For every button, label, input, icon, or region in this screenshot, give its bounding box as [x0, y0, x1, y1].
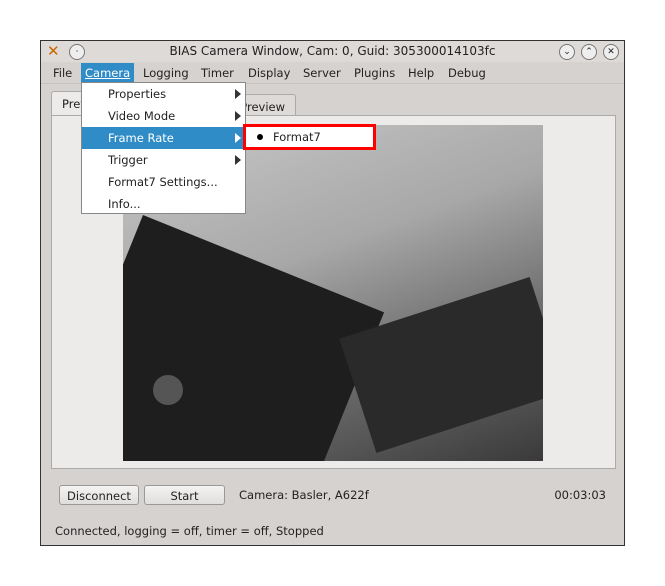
menu-item-video-mode[interactable]: Video Mode: [82, 105, 245, 127]
camera-menu: Properties Video Mode Frame Rate Trigger…: [81, 82, 246, 214]
menu-logging[interactable]: Logging: [139, 63, 193, 83]
menu-debug[interactable]: Debug: [444, 63, 490, 83]
menu-display[interactable]: Display: [244, 63, 294, 83]
menu-bar: File Camera Logging Timer Display Server…: [41, 63, 624, 84]
status-bar: Connected, logging = off, timer = off, S…: [55, 524, 324, 538]
submenu-arrow-icon: [235, 155, 241, 165]
menu-item-properties[interactable]: Properties: [82, 83, 245, 105]
menu-camera[interactable]: Camera: [81, 63, 135, 83]
label: Video Mode: [108, 109, 176, 123]
window-title: BIAS Camera Window, Cam: 0, Guid: 305300…: [169, 44, 496, 58]
menu-item-trigger[interactable]: Trigger: [82, 149, 245, 171]
frame-rate-submenu: Format7: [243, 124, 376, 150]
tab-label: Preview: [240, 100, 285, 114]
submenu-arrow-icon: [235, 133, 241, 143]
menu-plugins[interactable]: Plugins: [350, 63, 399, 83]
menu-item-frame-rate[interactable]: Frame Rate: [82, 127, 245, 149]
maximize-button[interactable]: ⌃: [581, 44, 597, 60]
menu-help[interactable]: Help: [404, 63, 438, 83]
submenu-arrow-icon: [235, 111, 241, 121]
submenu-item-format7[interactable]: Format7: [246, 127, 373, 147]
title-bar: ✕ · BIAS Camera Window, Cam: 0, Guid: 30…: [41, 41, 624, 62]
menu-timer[interactable]: Timer: [197, 63, 238, 83]
menu-server[interactable]: Server: [299, 63, 345, 83]
submenu-arrow-icon: [235, 89, 241, 99]
radio-selected-icon: [257, 134, 263, 140]
minimize-button[interactable]: ⌄: [559, 44, 575, 60]
camera-info: Camera: Basler, A622f: [239, 488, 369, 502]
label: Format7: [273, 130, 321, 144]
label: Trigger: [108, 153, 148, 167]
menu-item-format7-settings[interactable]: Format7 Settings...: [82, 171, 245, 193]
menu-file[interactable]: File: [49, 63, 76, 83]
close-button[interactable]: ✕: [603, 44, 619, 60]
menu-item-info[interactable]: Info...: [82, 193, 245, 215]
disconnect-button[interactable]: Disconnect: [59, 485, 139, 505]
label: Frame Rate: [108, 131, 174, 145]
start-button[interactable]: Start: [144, 485, 225, 505]
label: Properties: [108, 87, 167, 101]
elapsed-time: 00:03:03: [554, 488, 606, 502]
